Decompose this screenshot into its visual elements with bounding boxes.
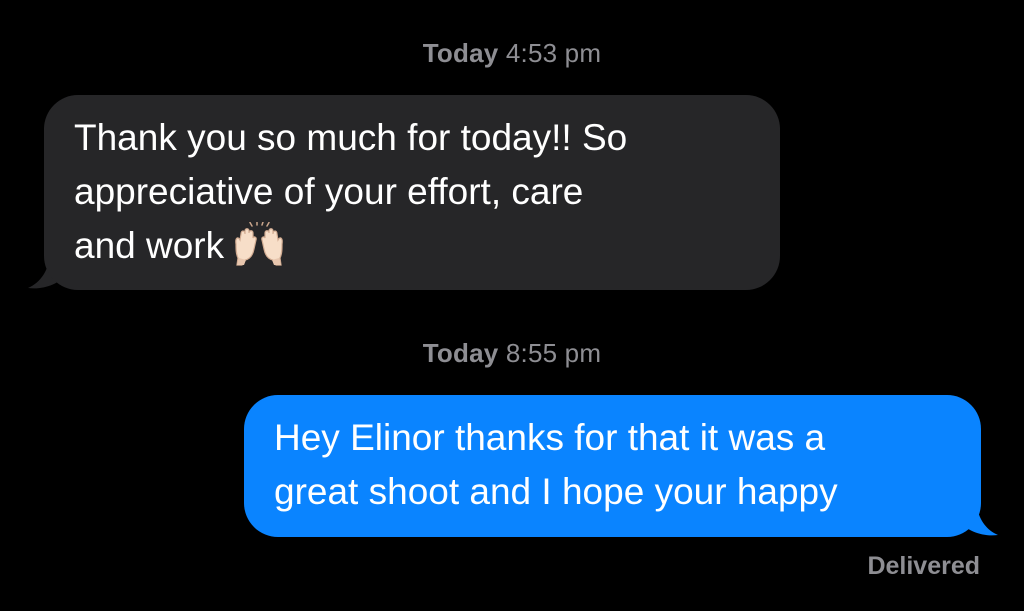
message-text-line: great shoot and I hope your happy [274,471,838,512]
message-text-line: and work [74,219,754,273]
timestamp: Today 8:55 pm [0,338,1024,369]
incoming-message-bubble[interactable]: Thank you so much for today!! So appreci… [44,95,780,290]
message-text-line: appreciative of your effort, care [74,171,584,212]
message-text-line: Thank you so much for today!! So [74,117,628,158]
timestamp-day: Today [422,38,499,68]
timestamp: Today 4:53 pm [0,38,1024,69]
outgoing-message-bubble[interactable]: Hey Elinor thanks for that it was a grea… [244,395,981,537]
timestamp-time: 4:53 pm [505,38,602,68]
timestamp-time: 8:55 pm [505,338,602,368]
timestamp-day: Today [422,338,499,368]
raised-hands-emoji-icon [235,222,283,266]
delivery-status: Delivered [867,552,980,580]
message-text-line: Hey Elinor thanks for that it was a [274,417,826,458]
